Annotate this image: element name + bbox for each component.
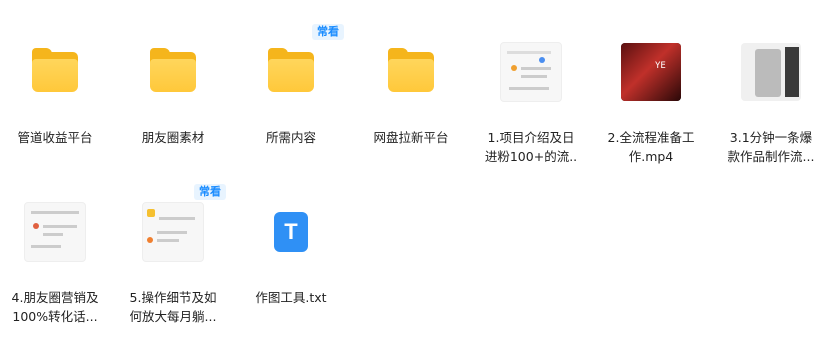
- file-name: 1.项目介绍及日 进粉100+的流..: [484, 130, 578, 164]
- thumbnail: [0, 196, 110, 268]
- file-name: 3.1分钟一条爆 款作品制作流...: [727, 130, 815, 164]
- file-item[interactable]: 常看 5.操作细节及如 何放大每月躺...: [118, 184, 228, 326]
- text-file-icon: T: [274, 212, 308, 252]
- file-name: 所需内容: [265, 130, 316, 145]
- folder-icon: [388, 48, 434, 92]
- thumbnail: [0, 36, 110, 108]
- file-item[interactable]: 朋友圈素材: [118, 36, 228, 147]
- thumbnail: 常看: [118, 184, 228, 268]
- frequent-badge: 常看: [312, 24, 344, 40]
- frequent-badge: 常看: [194, 184, 226, 200]
- file-name: 2.全流程准备工 作.mp4: [607, 130, 695, 164]
- thumbnail: T: [236, 196, 346, 268]
- file-item[interactable]: 3.1分钟一条爆 款作品制作流...: [716, 36, 826, 166]
- file-item[interactable]: 网盘拉新平台: [356, 36, 466, 147]
- file-name: 5.操作细节及如 何放大每月躺...: [129, 290, 217, 324]
- file-item[interactable]: YE 2.全流程准备工 作.mp4: [596, 36, 706, 166]
- file-name: 管道收益平台: [17, 130, 93, 145]
- mindmap-preview: [142, 202, 204, 262]
- folder-icon: [32, 48, 78, 92]
- file-item[interactable]: 4.朋友圈营销及 100%转化话...: [0, 196, 110, 326]
- thumbnail: 常看: [236, 24, 346, 108]
- thumbnail: [476, 36, 586, 108]
- file-item[interactable]: 1.项目介绍及日 进粉100+的流..: [476, 36, 586, 166]
- mindmap-preview: [24, 202, 86, 262]
- file-name: 朋友圈素材: [141, 130, 205, 145]
- file-name: 网盘拉新平台: [373, 130, 449, 145]
- video-preview: YE: [621, 43, 681, 101]
- folder-icon: [268, 48, 314, 92]
- thumbnail: YE: [596, 36, 706, 108]
- file-name: 4.朋友圈营销及 100%转化话...: [11, 290, 99, 324]
- thumbnail: [716, 36, 826, 108]
- thumbnail: [356, 36, 466, 108]
- file-name: 作图工具.txt: [255, 290, 327, 305]
- file-item[interactable]: 常看 所需内容: [236, 24, 346, 147]
- thumbnail: [118, 36, 228, 108]
- folder-icon: [150, 48, 196, 92]
- mindmap-preview: [500, 42, 562, 102]
- file-item[interactable]: 管道收益平台: [0, 36, 110, 147]
- phone-preview: [741, 43, 801, 101]
- file-item[interactable]: T 作图工具.txt: [236, 196, 346, 307]
